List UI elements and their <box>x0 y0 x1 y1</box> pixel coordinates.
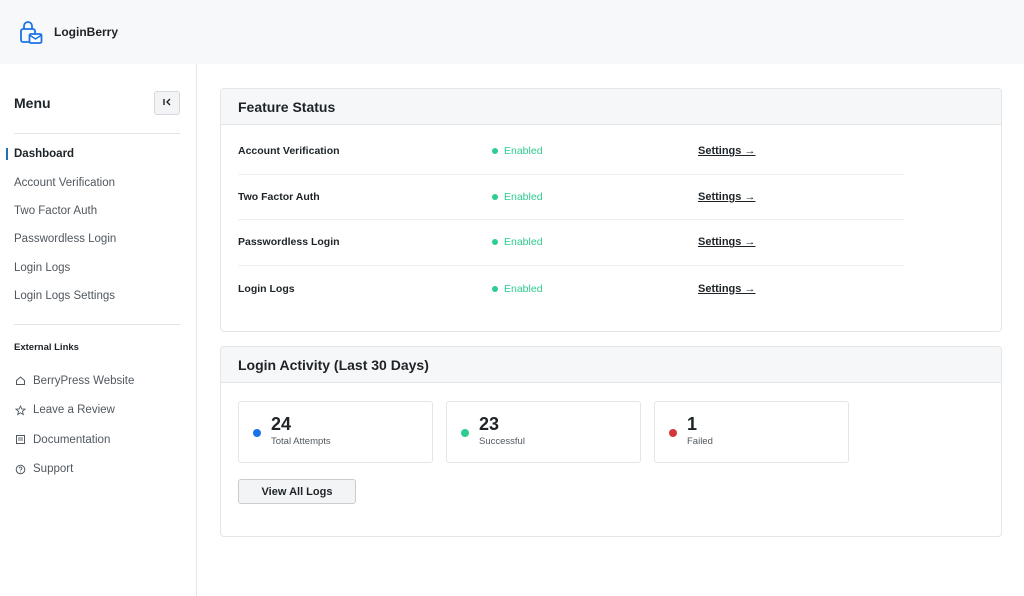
feature-row: Two Factor Auth Enabled Settings → <box>238 175 904 221</box>
view-all-logs-button[interactable]: View All Logs <box>238 479 356 504</box>
feature-name: Two Factor Auth <box>238 190 320 203</box>
feature-name: Login Logs <box>238 282 295 295</box>
feature-row: Login Logs Enabled Settings → <box>238 266 904 312</box>
status-badge: Enabled <box>492 191 543 203</box>
stat-label: Failed <box>687 436 713 447</box>
settings-link[interactable]: Settings → <box>698 236 755 248</box>
external-link-label: Support <box>33 463 74 476</box>
sidebar: Menu Dashboard Account Verification Two … <box>0 64 197 596</box>
login-activity-card: Login Activity (Last 30 Days) 24 Total A… <box>220 346 1002 537</box>
external-link-label: Documentation <box>33 433 111 446</box>
collapse-left-icon <box>162 94 172 112</box>
external-link-documentation[interactable]: Documentation <box>14 425 184 455</box>
external-links-list: BerryPress Website Leave a Review Docume… <box>14 366 184 484</box>
feature-name: Account Verification <box>238 145 340 158</box>
status-text: Enabled <box>504 236 543 249</box>
brand-name: LoginBerry <box>54 25 119 39</box>
collapse-sidebar-button[interactable] <box>154 91 180 115</box>
top-bar: LoginBerry <box>0 0 1024 64</box>
feature-list: Account Verification Enabled Settings → … <box>221 125 1001 311</box>
stat-value: 24 <box>271 414 292 434</box>
stat-label: Successful <box>479 436 525 447</box>
menu-header: Menu <box>14 90 180 116</box>
external-link-leave-review[interactable]: Leave a Review <box>14 396 184 426</box>
menu-title: Menu <box>14 95 51 111</box>
sidebar-item-login-logs[interactable]: Login Logs <box>0 254 196 282</box>
sidebar-item-passwordless-login[interactable]: Passwordless Login <box>0 225 196 253</box>
external-link-berrypress-website[interactable]: BerryPress Website <box>14 366 184 396</box>
status-badge: Enabled <box>492 145 543 157</box>
status-badge: Enabled <box>492 283 543 295</box>
feature-status-title: Feature Status <box>238 98 336 115</box>
stats-row: 24 Total Attempts 23 Successful 1 Failed <box>238 401 862 463</box>
stat-dot-icon <box>253 429 261 437</box>
feature-status-header: Feature Status <box>221 89 1001 125</box>
settings-link[interactable]: Settings → <box>698 283 755 295</box>
stat-card-total-attempts: 24 Total Attempts <box>238 401 433 463</box>
stat-dot-icon <box>669 429 677 437</box>
settings-link[interactable]: Settings → <box>698 191 755 203</box>
help-circle-icon <box>14 463 26 475</box>
external-divider <box>14 324 180 325</box>
feature-status-card: Feature Status Account Verification Enab… <box>220 88 1002 332</box>
settings-link[interactable]: Settings → <box>698 145 755 157</box>
status-text: Enabled <box>504 190 543 203</box>
status-text: Enabled <box>504 282 543 295</box>
external-link-label: BerryPress Website <box>33 374 135 387</box>
feature-row: Account Verification Enabled Settings → <box>238 129 904 175</box>
menu-divider <box>14 133 180 134</box>
stat-label: Total Attempts <box>271 436 331 447</box>
login-activity-header: Login Activity (Last 30 Days) <box>221 347 1001 383</box>
feature-row: Passwordless Login Enabled Settings → <box>238 220 904 266</box>
status-dot-icon <box>492 239 498 246</box>
sidebar-item-login-logs-settings[interactable]: Login Logs Settings <box>0 282 196 310</box>
external-links-heading: External Links <box>14 342 79 353</box>
feature-name: Passwordless Login <box>238 236 340 249</box>
home-icon <box>14 375 26 387</box>
sidebar-item-dashboard[interactable]: Dashboard <box>0 140 196 168</box>
status-dot-icon <box>492 193 498 200</box>
book-icon <box>14 434 26 446</box>
stat-value: 1 <box>687 414 698 434</box>
stat-value: 23 <box>479 414 500 434</box>
status-badge: Enabled <box>492 236 543 248</box>
stat-card-successful: 23 Successful <box>446 401 641 463</box>
sidebar-item-two-factor-auth[interactable]: Two Factor Auth <box>0 197 196 225</box>
status-text: Enabled <box>504 145 543 158</box>
external-link-support[interactable]: Support <box>14 455 184 485</box>
login-activity-title: Login Activity (Last 30 Days) <box>238 356 429 373</box>
sidebar-nav: Dashboard Account Verification Two Facto… <box>0 140 196 310</box>
stat-card-failed: 1 Failed <box>654 401 849 463</box>
external-link-label: Leave a Review <box>33 404 115 417</box>
sidebar-item-account-verification[interactable]: Account Verification <box>0 168 196 196</box>
stat-dot-icon <box>461 429 469 437</box>
status-dot-icon <box>492 148 498 155</box>
lock-mail-logo-icon <box>18 19 44 45</box>
star-icon <box>14 404 26 416</box>
status-dot-icon <box>492 285 498 292</box>
